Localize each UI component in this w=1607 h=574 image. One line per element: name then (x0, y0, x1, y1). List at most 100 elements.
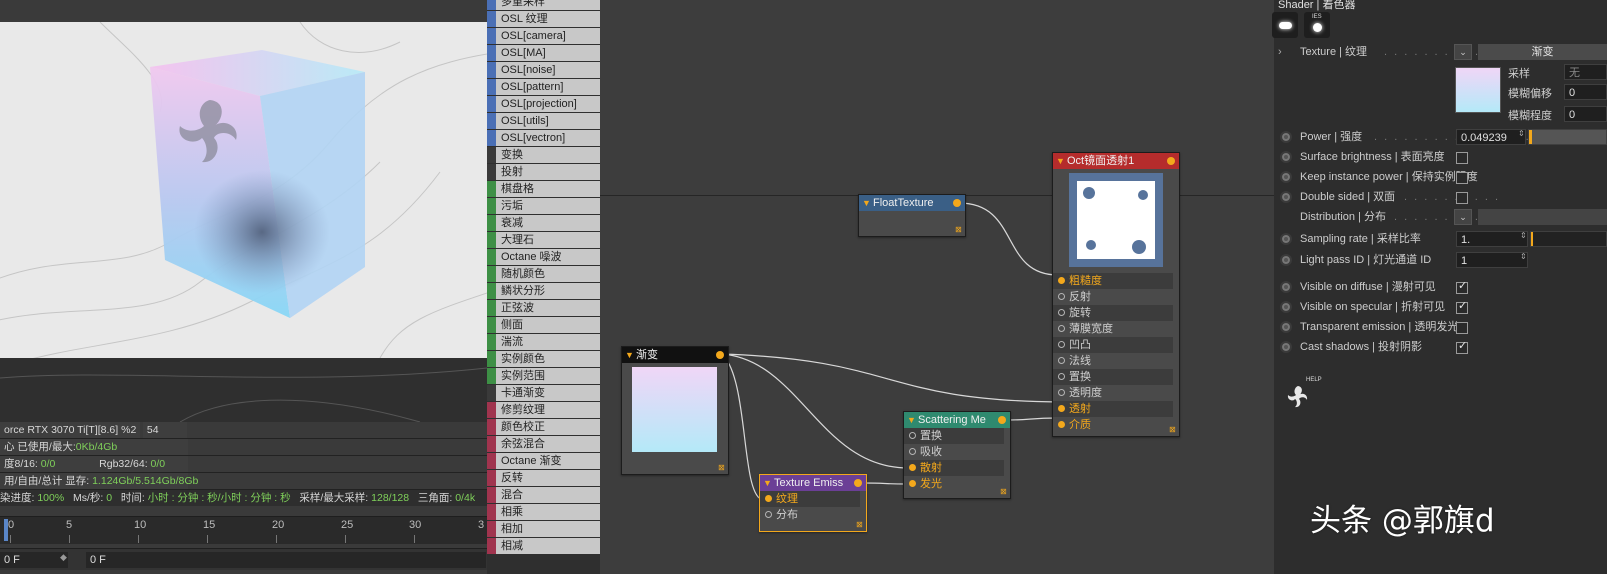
node-texture-emission[interactable]: ▼ Texture Emiss 纹理 分布 ⊠ (759, 474, 867, 532)
input-normal[interactable]: 法线 (1053, 353, 1173, 369)
shader-list-item[interactable]: 实例范围 (487, 368, 600, 384)
output-port-icon[interactable] (953, 199, 961, 207)
shader-list-item[interactable]: OSL[vectron] (487, 130, 600, 146)
shader-list-item[interactable]: 实例颜色 (487, 351, 600, 367)
node-header[interactable]: ▼ Scattering Me (904, 412, 1010, 428)
animate-radio-icon[interactable] (1280, 301, 1292, 313)
render-viewport[interactable]: orce RTX 3070 Ti[T][8.6] %2 54 心 已使用/最大:… (0, 0, 487, 574)
resize-handle-icon[interactable]: ⊠ (718, 464, 726, 472)
input-medium[interactable]: 介质 (1053, 417, 1173, 433)
shader-list-item[interactable]: 大理石 (487, 232, 600, 248)
shader-list-item[interactable]: OSL[projection] (487, 96, 600, 112)
input-pin-icon[interactable] (1058, 341, 1065, 348)
input-texture[interactable]: 纹理 (760, 491, 860, 507)
shader-list-item[interactable]: 修剪纹理 (487, 402, 600, 418)
shader-list-item[interactable]: 投射 (487, 164, 600, 180)
animate-radio-icon[interactable] (1280, 341, 1292, 353)
double-sided-property[interactable]: Double sided | 双面 . . . . . . . . . . (1274, 188, 1607, 206)
input-pin-icon[interactable] (909, 464, 916, 471)
animate-radio-icon[interactable] (1280, 151, 1292, 163)
shader-list-item[interactable]: 变换 (487, 147, 600, 163)
shader-list-item[interactable]: 卡通渐变 (487, 385, 600, 401)
shader-list-item[interactable]: Octane 噪波 (487, 249, 600, 265)
light-pass-property[interactable]: Light pass ID | 灯光通道 ID (1274, 251, 1607, 269)
shader-list-item[interactable]: 衰减 (487, 215, 600, 231)
input-bump[interactable]: 凹凸 (1053, 337, 1173, 353)
input-opacity[interactable]: 透明度 (1053, 385, 1173, 401)
input-pin-icon[interactable] (1058, 357, 1065, 364)
light-mode-button[interactable] (1272, 12, 1298, 38)
node-gradient[interactable]: ▼ 渐变 ⊠ (621, 346, 729, 475)
shader-list-item[interactable]: 余弦混合 (487, 436, 600, 452)
texture-preview[interactable] (1455, 67, 1501, 113)
shader-list-item[interactable]: OSL[noise] (487, 62, 600, 78)
node-editor[interactable]: ▼ FloatTexture ⊠ ▼ 渐变 ⊠ ▼ Texture Emiss … (600, 0, 1274, 574)
shader-list-item[interactable]: 颜色校正 (487, 419, 600, 435)
node-header[interactable]: ▼ Texture Emiss (760, 475, 866, 491)
texture-shader-button[interactable]: 渐变 (1478, 44, 1607, 60)
input-displacement[interactable]: 置换 (904, 428, 1004, 444)
shader-list-item[interactable]: 相减 (487, 538, 600, 554)
visible-diffuse-checkbox[interactable] (1456, 279, 1468, 294)
blur-amount-field[interactable]: 0 (1564, 106, 1607, 122)
shader-list-item[interactable]: 相乘 (487, 504, 600, 520)
animate-radio-icon[interactable] (1280, 191, 1292, 203)
input-pin-icon[interactable] (1058, 421, 1065, 428)
shader-list-item[interactable]: OSL[MA] (487, 45, 600, 61)
input-transmission[interactable]: 透射 (1053, 401, 1173, 417)
node-float-texture[interactable]: ▼ FloatTexture ⊠ (858, 194, 966, 237)
cast-shadows-property[interactable]: Cast shadows | 投射阴影 (1274, 338, 1607, 356)
expand-chevron-icon[interactable]: › (1278, 43, 1282, 61)
input-roughness[interactable]: 粗糙度 (1053, 273, 1173, 289)
node-header[interactable]: ▼ Oct镜面透射1 (1053, 153, 1179, 169)
collapse-triangle-icon[interactable]: ▼ (1056, 153, 1065, 169)
collapse-triangle-icon[interactable]: ▼ (907, 412, 916, 428)
sampling-field[interactable]: 无 (1564, 64, 1607, 80)
light-pass-field[interactable]: 1 (1456, 252, 1528, 268)
shader-list-item[interactable]: 反转 (487, 470, 600, 486)
shader-list-item[interactable]: 湍流 (487, 334, 600, 350)
visible-specular-property[interactable]: Visible on specular | 折射可见 (1274, 298, 1607, 316)
shader-list-item[interactable]: 混合 (487, 487, 600, 503)
node-scattering-medium[interactable]: ▼ Scattering Me 置换 吸收 散射 发光 ⊠ (903, 411, 1011, 499)
power-slider[interactable] (1528, 129, 1607, 145)
output-port-icon[interactable] (716, 351, 724, 359)
help-button[interactable]: HELP (1284, 377, 1322, 413)
transparent-emission-checkbox[interactable] (1456, 322, 1468, 334)
output-port-icon[interactable] (1167, 157, 1175, 165)
input-pin-icon[interactable] (1058, 389, 1065, 396)
input-pin-icon[interactable] (1058, 309, 1065, 316)
output-port-icon[interactable] (854, 479, 862, 487)
output-port-icon[interactable] (998, 416, 1006, 424)
input-pin-icon[interactable] (1058, 277, 1065, 284)
visible-specular-checkbox[interactable] (1456, 299, 1468, 314)
current-frame-field[interactable]: 0 F (86, 552, 486, 568)
shader-list-item[interactable]: 多重采样 (487, 0, 600, 10)
spinner-icon[interactable]: ⇕ (1520, 231, 1527, 240)
texture-dropdown[interactable]: ⌄ (1454, 44, 1472, 60)
input-pin-icon[interactable] (765, 495, 772, 502)
shader-list-item[interactable]: 鳞状分形 (487, 283, 600, 299)
animate-radio-icon[interactable] (1280, 233, 1292, 245)
spinner-icon[interactable]: ⇕ (1518, 129, 1525, 138)
transparent-emission-property[interactable]: Transparent emission | 透明发光 (1274, 318, 1607, 336)
input-pin-icon[interactable] (909, 432, 916, 439)
input-rotation[interactable]: 旋转 (1053, 305, 1173, 321)
timeline-ruler[interactable]: 0 5 10 15 20 25 30 3 (0, 516, 487, 544)
keep-instance-power-checkbox[interactable] (1456, 172, 1468, 184)
ies-mode-button[interactable]: IES (1304, 12, 1330, 38)
frame-stepper-icon[interactable]: ◆ (60, 552, 67, 563)
input-emission[interactable]: 发光 (904, 476, 1004, 492)
input-pin-icon[interactable] (765, 511, 772, 518)
surface-brightness-property[interactable]: Surface brightness | 表面亮度 (1274, 148, 1607, 166)
shader-list-item[interactable]: 正弦波 (487, 300, 600, 316)
resize-handle-icon[interactable]: ⊠ (1000, 488, 1008, 496)
shader-list-item[interactable]: 侧面 (487, 317, 600, 333)
visible-diffuse-property[interactable]: Visible on diffuse | 漫射可见 (1274, 278, 1607, 296)
animate-radio-icon[interactable] (1280, 131, 1292, 143)
input-pin-icon[interactable] (1058, 325, 1065, 332)
resize-handle-icon[interactable]: ⊠ (856, 521, 864, 529)
sampling-rate-field[interactable]: 1. (1456, 231, 1528, 247)
input-scattering[interactable]: 散射 (904, 460, 1004, 476)
node-specular-material[interactable]: ▼ Oct镜面透射1 粗糙度 反射 旋转 薄膜宽度 凹凸 法线 置换 透明度 透… (1052, 152, 1180, 437)
